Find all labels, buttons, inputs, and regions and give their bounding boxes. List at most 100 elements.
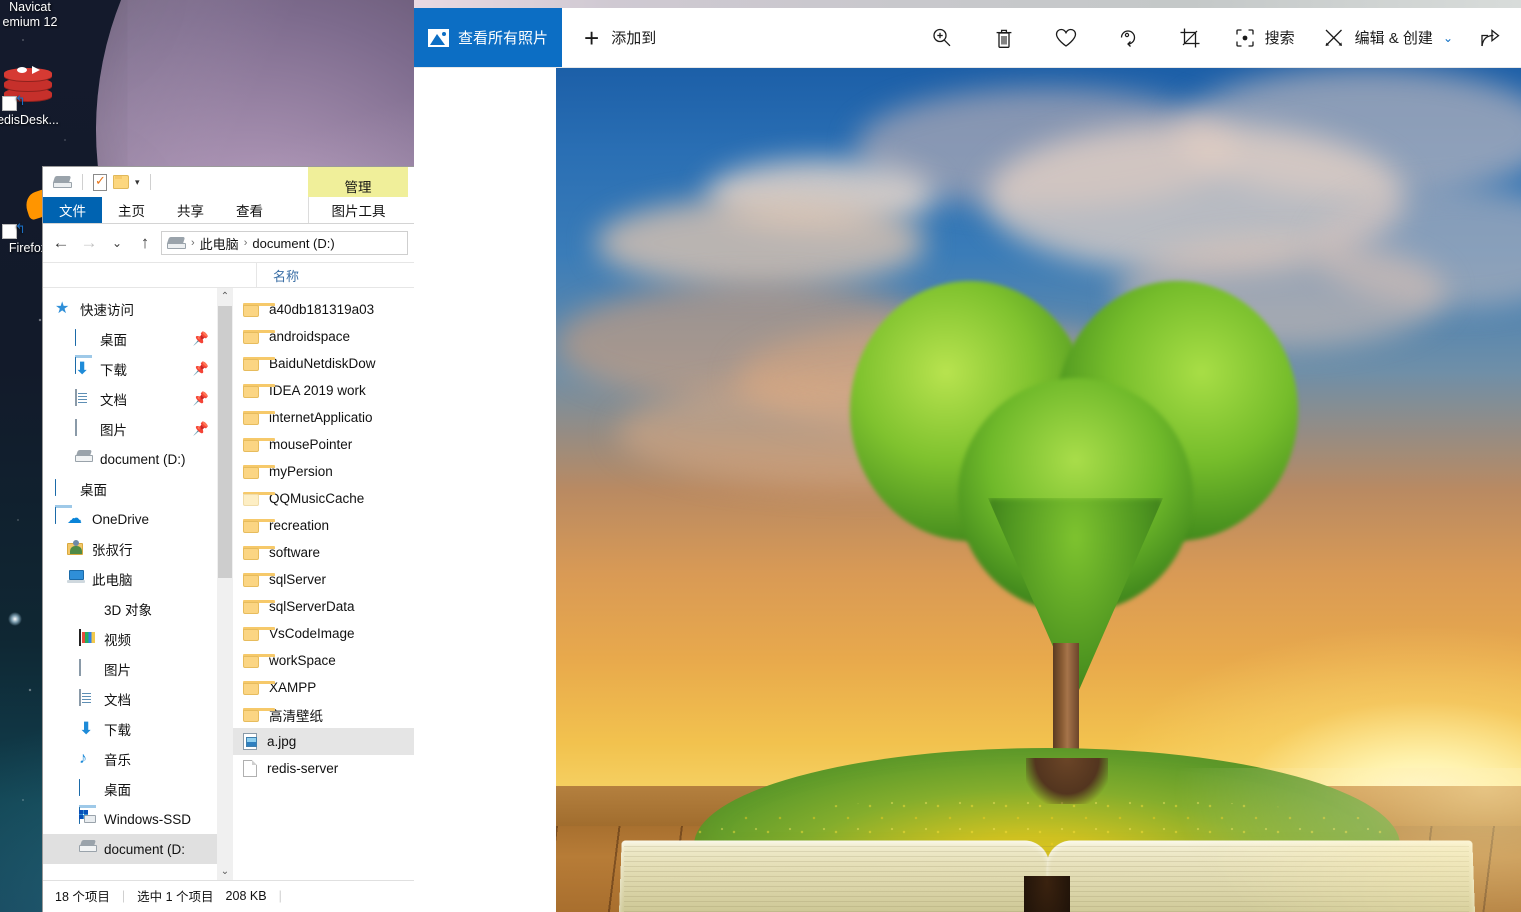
delete-button[interactable]	[973, 8, 1035, 67]
sidebar-item-music[interactable]: ♪ 音乐	[43, 744, 233, 774]
column-header-name[interactable]: 名称	[257, 266, 299, 285]
sidebar-item-videos[interactable]: 视频	[43, 624, 233, 654]
photo-trunk-base	[1026, 758, 1108, 804]
photos-toolbar: 查看所有照片 + 添加到 搜索 编辑 & 创建 ⌄	[414, 8, 1521, 68]
rotate-button[interactable]	[1097, 8, 1159, 67]
favorite-button[interactable]	[1035, 8, 1097, 67]
properties-icon[interactable]	[93, 173, 107, 191]
status-size: 208 KB	[225, 888, 267, 903]
folder-icon	[243, 491, 275, 506]
bright-star	[8, 612, 22, 626]
tab-home[interactable]: 主页	[102, 197, 161, 223]
sidebar-item-3d-objects[interactable]: 3D 对象	[43, 594, 233, 624]
hard-disk-icon	[166, 236, 186, 250]
list-item[interactable]: sqlServer	[233, 566, 414, 593]
view-all-photos-button[interactable]: 查看所有照片	[414, 8, 562, 67]
toolbar-right-padding	[1513, 8, 1521, 67]
list-item[interactable]: sqlServerData	[233, 593, 414, 620]
breadcrumb-segment-document-d[interactable]: document (D:)	[252, 236, 334, 251]
list-item[interactable]: VsCodeImage	[233, 620, 414, 647]
user-folder-icon	[67, 540, 85, 558]
scrollbar-thumb[interactable]	[218, 306, 232, 578]
hard-disk-icon[interactable]	[52, 175, 72, 189]
sidebar-item-desktop-pc[interactable]: 桌面	[43, 774, 233, 824]
file-list[interactable]: a40db181319a03 androidspace BaiduNetdisk…	[233, 288, 414, 880]
tab-file[interactable]: 文件	[43, 197, 102, 223]
folder-icon	[243, 410, 275, 425]
list-item[interactable]: IDEA 2019 work	[233, 377, 414, 404]
recent-locations-button[interactable]: ⌄	[105, 231, 129, 255]
scroll-down-arrow-icon[interactable]: ⌄	[217, 863, 233, 880]
sidebar-item-this-pc[interactable]: 此电脑	[43, 564, 233, 594]
new-folder-icon[interactable]	[113, 175, 129, 189]
divider	[149, 174, 151, 190]
sidebar-item-desktop-root[interactable]: 桌面	[43, 474, 233, 524]
tab-picture-tools[interactable]: 图片工具	[308, 197, 408, 223]
sidebar-item-user[interactable]: 张叔行	[43, 534, 233, 564]
sidebar-item-pictures-pc[interactable]: 图片	[43, 654, 233, 684]
sidebar-item-onedrive[interactable]: ☁ OneDrive	[43, 504, 233, 534]
sidebar-item-windows-ssd[interactable]: Windows-SSD	[43, 804, 233, 834]
add-to-button[interactable]: + 添加到	[562, 8, 678, 67]
tab-share[interactable]: 共享	[161, 197, 220, 223]
pin-icon[interactable]: 📌	[193, 331, 209, 347]
list-item-selected[interactable]: a.jpg	[233, 728, 414, 755]
breadcrumb[interactable]: › 此电脑 › document (D:)	[161, 231, 408, 255]
breadcrumb-segment-this-pc[interactable]: 此电脑	[200, 234, 239, 253]
share-button[interactable]	[1467, 8, 1513, 67]
edit-create-button[interactable]: 编辑 & 创建 ⌄	[1309, 8, 1467, 67]
list-item[interactable]: androidspace	[233, 323, 414, 350]
list-item[interactable]: a40db181319a03	[233, 296, 414, 323]
chevron-down-icon[interactable]: ⌄	[1443, 31, 1453, 45]
photo-canvas[interactable]	[556, 68, 1521, 912]
sidebar-item-desktop[interactable]: 桌面 📌	[43, 324, 233, 374]
scroll-up-arrow-icon[interactable]: ⌃	[217, 288, 233, 305]
sidebar-item-downloads-pc[interactable]: ⬇ 下载	[43, 714, 233, 744]
list-item[interactable]: BaiduNetdiskDow	[233, 350, 414, 377]
chevron-down-icon[interactable]: ▾	[135, 177, 140, 188]
pin-icon[interactable]: 📌	[193, 361, 209, 377]
plus-icon: +	[584, 22, 600, 53]
sidebar-item-label: 下载	[100, 363, 127, 378]
back-button[interactable]: ←	[49, 231, 73, 255]
zoom-in-button[interactable]	[911, 8, 973, 67]
photos-app-window[interactable]: 查看所有照片 + 添加到 搜索 编辑 & 创建 ⌄	[414, 0, 1521, 912]
picture-icon	[75, 419, 93, 438]
star-icon: ★	[55, 300, 70, 317]
folder-icon	[243, 626, 275, 641]
pin-icon[interactable]: 📌	[193, 421, 209, 437]
desktop-icon-redis-desktop-manager[interactable]: edisDesk...	[0, 62, 74, 128]
sidebar-item-documents-pc[interactable]: 文档	[43, 684, 233, 714]
forward-button[interactable]: →	[77, 231, 101, 255]
tab-view[interactable]: 查看	[220, 197, 279, 223]
list-item[interactable]: workSpace	[233, 647, 414, 674]
visual-search-button[interactable]: 搜索	[1221, 8, 1309, 67]
sidebar-item-document-d[interactable]: document (D:	[43, 834, 233, 864]
this-pc-icon	[67, 570, 85, 588]
sidebar-item-quick-access[interactable]: ★ 快速访问	[43, 294, 233, 324]
desktop-icon-navicat[interactable]: Navicat emium 12	[0, 0, 76, 30]
list-item[interactable]: 高清壁纸	[233, 701, 414, 728]
sidebar-item-label: 图片	[104, 663, 131, 678]
file-explorer-window[interactable]: ▾ 管理 文件 主页 共享 查看 图片工具 ← → ⌄ ↑ › 此电脑 › do…	[42, 166, 414, 912]
desktop-icon-label: Navicat emium 12	[2, 0, 58, 29]
list-item[interactable]: QQMusicCache	[233, 485, 414, 512]
pin-icon[interactable]: 📌	[193, 391, 209, 407]
list-item[interactable]: redis-server	[233, 755, 414, 782]
sidebar-item-documents[interactable]: 文档 📌	[43, 384, 233, 414]
navigation-pane-scrollbar[interactable]: ⌃ ⌄	[217, 288, 233, 880]
list-item[interactable]: internetApplicatio	[233, 404, 414, 431]
sidebar-item-pictures[interactable]: 图片 📌	[43, 414, 233, 444]
file-name: QQMusicCache	[269, 491, 365, 506]
sidebar-item-downloads[interactable]: ⬇ 下载 📌	[43, 354, 233, 384]
file-name: sqlServerData	[269, 599, 355, 614]
list-item[interactable]: software	[233, 539, 414, 566]
up-button[interactable]: ↑	[133, 231, 157, 255]
crop-button[interactable]	[1159, 8, 1221, 67]
list-item[interactable]: mousePointer	[233, 431, 414, 458]
list-item[interactable]: XAMPP	[233, 674, 414, 701]
list-item[interactable]: myPersion	[233, 458, 414, 485]
sidebar-item-document-d-quick[interactable]: document (D:)	[43, 444, 233, 474]
folder-icon	[243, 356, 275, 371]
list-item[interactable]: recreation	[233, 512, 414, 539]
